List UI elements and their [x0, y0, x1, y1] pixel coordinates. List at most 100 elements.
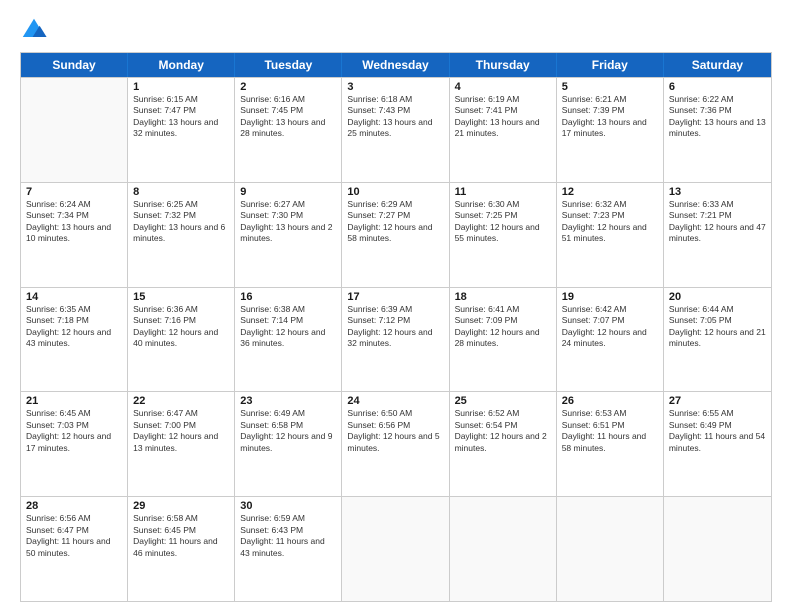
sun-info: Sunrise: 6:45 AM Sunset: 7:03 PM Dayligh… [26, 408, 122, 454]
calendar-cell: 16Sunrise: 6:38 AM Sunset: 7:14 PM Dayli… [235, 288, 342, 392]
sun-info: Sunrise: 6:15 AM Sunset: 7:47 PM Dayligh… [133, 94, 229, 140]
calendar-cell: 11Sunrise: 6:30 AM Sunset: 7:25 PM Dayli… [450, 183, 557, 287]
sun-info: Sunrise: 6:33 AM Sunset: 7:21 PM Dayligh… [669, 199, 766, 245]
sun-info: Sunrise: 6:21 AM Sunset: 7:39 PM Dayligh… [562, 94, 658, 140]
day-number: 28 [26, 500, 122, 512]
calendar-cell: 3Sunrise: 6:18 AM Sunset: 7:43 PM Daylig… [342, 78, 449, 182]
calendar-cell: 27Sunrise: 6:55 AM Sunset: 6:49 PM Dayli… [664, 392, 771, 496]
calendar-cell: 5Sunrise: 6:21 AM Sunset: 7:39 PM Daylig… [557, 78, 664, 182]
calendar-row-3: 14Sunrise: 6:35 AM Sunset: 7:18 PM Dayli… [21, 287, 771, 392]
sun-info: Sunrise: 6:55 AM Sunset: 6:49 PM Dayligh… [669, 408, 766, 454]
calendar-cell: 8Sunrise: 6:25 AM Sunset: 7:32 PM Daylig… [128, 183, 235, 287]
day-number: 12 [562, 186, 658, 198]
sun-info: Sunrise: 6:41 AM Sunset: 7:09 PM Dayligh… [455, 304, 551, 350]
day-number: 21 [26, 395, 122, 407]
calendar-cell [21, 78, 128, 182]
calendar-cell: 20Sunrise: 6:44 AM Sunset: 7:05 PM Dayli… [664, 288, 771, 392]
calendar-cell: 25Sunrise: 6:52 AM Sunset: 6:54 PM Dayli… [450, 392, 557, 496]
day-number: 6 [669, 81, 766, 93]
logo-icon [20, 16, 48, 44]
header-day-friday: Friday [557, 53, 664, 77]
sun-info: Sunrise: 6:52 AM Sunset: 6:54 PM Dayligh… [455, 408, 551, 454]
day-number: 17 [347, 291, 443, 303]
calendar-cell: 28Sunrise: 6:56 AM Sunset: 6:47 PM Dayli… [21, 497, 128, 601]
day-number: 7 [26, 186, 122, 198]
calendar-body: 1Sunrise: 6:15 AM Sunset: 7:47 PM Daylig… [21, 77, 771, 601]
sun-info: Sunrise: 6:27 AM Sunset: 7:30 PM Dayligh… [240, 199, 336, 245]
day-number: 4 [455, 81, 551, 93]
calendar-cell: 7Sunrise: 6:24 AM Sunset: 7:34 PM Daylig… [21, 183, 128, 287]
sun-info: Sunrise: 6:58 AM Sunset: 6:45 PM Dayligh… [133, 513, 229, 559]
calendar-row-2: 7Sunrise: 6:24 AM Sunset: 7:34 PM Daylig… [21, 182, 771, 287]
sun-info: Sunrise: 6:47 AM Sunset: 7:00 PM Dayligh… [133, 408, 229, 454]
sun-info: Sunrise: 6:32 AM Sunset: 7:23 PM Dayligh… [562, 199, 658, 245]
calendar-cell: 4Sunrise: 6:19 AM Sunset: 7:41 PM Daylig… [450, 78, 557, 182]
day-number: 3 [347, 81, 443, 93]
sun-info: Sunrise: 6:36 AM Sunset: 7:16 PM Dayligh… [133, 304, 229, 350]
day-number: 18 [455, 291, 551, 303]
sun-info: Sunrise: 6:35 AM Sunset: 7:18 PM Dayligh… [26, 304, 122, 350]
calendar-cell [557, 497, 664, 601]
header-day-saturday: Saturday [664, 53, 771, 77]
sun-info: Sunrise: 6:22 AM Sunset: 7:36 PM Dayligh… [669, 94, 766, 140]
calendar-cell: 12Sunrise: 6:32 AM Sunset: 7:23 PM Dayli… [557, 183, 664, 287]
day-number: 19 [562, 291, 658, 303]
sun-info: Sunrise: 6:30 AM Sunset: 7:25 PM Dayligh… [455, 199, 551, 245]
calendar-cell: 6Sunrise: 6:22 AM Sunset: 7:36 PM Daylig… [664, 78, 771, 182]
calendar-cell: 1Sunrise: 6:15 AM Sunset: 7:47 PM Daylig… [128, 78, 235, 182]
sun-info: Sunrise: 6:49 AM Sunset: 6:58 PM Dayligh… [240, 408, 336, 454]
sun-info: Sunrise: 6:25 AM Sunset: 7:32 PM Dayligh… [133, 199, 229, 245]
calendar-header: SundayMondayTuesdayWednesdayThursdayFrid… [21, 53, 771, 77]
header-day-wednesday: Wednesday [342, 53, 449, 77]
header-day-monday: Monday [128, 53, 235, 77]
day-number: 22 [133, 395, 229, 407]
calendar-cell [342, 497, 449, 601]
calendar-cell: 9Sunrise: 6:27 AM Sunset: 7:30 PM Daylig… [235, 183, 342, 287]
day-number: 15 [133, 291, 229, 303]
header-day-tuesday: Tuesday [235, 53, 342, 77]
calendar-row-5: 28Sunrise: 6:56 AM Sunset: 6:47 PM Dayli… [21, 496, 771, 601]
day-number: 20 [669, 291, 766, 303]
calendar-cell: 17Sunrise: 6:39 AM Sunset: 7:12 PM Dayli… [342, 288, 449, 392]
day-number: 14 [26, 291, 122, 303]
sun-info: Sunrise: 6:29 AM Sunset: 7:27 PM Dayligh… [347, 199, 443, 245]
sun-info: Sunrise: 6:39 AM Sunset: 7:12 PM Dayligh… [347, 304, 443, 350]
calendar-cell: 21Sunrise: 6:45 AM Sunset: 7:03 PM Dayli… [21, 392, 128, 496]
day-number: 9 [240, 186, 336, 198]
day-number: 5 [562, 81, 658, 93]
day-number: 23 [240, 395, 336, 407]
sun-info: Sunrise: 6:53 AM Sunset: 6:51 PM Dayligh… [562, 408, 658, 454]
calendar-cell [450, 497, 557, 601]
calendar-row-1: 1Sunrise: 6:15 AM Sunset: 7:47 PM Daylig… [21, 77, 771, 182]
day-number: 1 [133, 81, 229, 93]
calendar-cell [664, 497, 771, 601]
calendar-cell: 26Sunrise: 6:53 AM Sunset: 6:51 PM Dayli… [557, 392, 664, 496]
day-number: 13 [669, 186, 766, 198]
day-number: 24 [347, 395, 443, 407]
calendar: SundayMondayTuesdayWednesdayThursdayFrid… [20, 52, 772, 602]
calendar-cell: 24Sunrise: 6:50 AM Sunset: 6:56 PM Dayli… [342, 392, 449, 496]
sun-info: Sunrise: 6:24 AM Sunset: 7:34 PM Dayligh… [26, 199, 122, 245]
sun-info: Sunrise: 6:18 AM Sunset: 7:43 PM Dayligh… [347, 94, 443, 140]
header-day-thursday: Thursday [450, 53, 557, 77]
day-number: 11 [455, 186, 551, 198]
sun-info: Sunrise: 6:42 AM Sunset: 7:07 PM Dayligh… [562, 304, 658, 350]
sun-info: Sunrise: 6:56 AM Sunset: 6:47 PM Dayligh… [26, 513, 122, 559]
day-number: 16 [240, 291, 336, 303]
sun-info: Sunrise: 6:59 AM Sunset: 6:43 PM Dayligh… [240, 513, 336, 559]
header [20, 16, 772, 44]
logo [20, 16, 52, 44]
day-number: 2 [240, 81, 336, 93]
sun-info: Sunrise: 6:44 AM Sunset: 7:05 PM Dayligh… [669, 304, 766, 350]
calendar-cell: 13Sunrise: 6:33 AM Sunset: 7:21 PM Dayli… [664, 183, 771, 287]
day-number: 10 [347, 186, 443, 198]
calendar-cell: 15Sunrise: 6:36 AM Sunset: 7:16 PM Dayli… [128, 288, 235, 392]
calendar-row-4: 21Sunrise: 6:45 AM Sunset: 7:03 PM Dayli… [21, 391, 771, 496]
day-number: 27 [669, 395, 766, 407]
sun-info: Sunrise: 6:50 AM Sunset: 6:56 PM Dayligh… [347, 408, 443, 454]
sun-info: Sunrise: 6:38 AM Sunset: 7:14 PM Dayligh… [240, 304, 336, 350]
sun-info: Sunrise: 6:19 AM Sunset: 7:41 PM Dayligh… [455, 94, 551, 140]
calendar-cell: 19Sunrise: 6:42 AM Sunset: 7:07 PM Dayli… [557, 288, 664, 392]
day-number: 26 [562, 395, 658, 407]
day-number: 8 [133, 186, 229, 198]
